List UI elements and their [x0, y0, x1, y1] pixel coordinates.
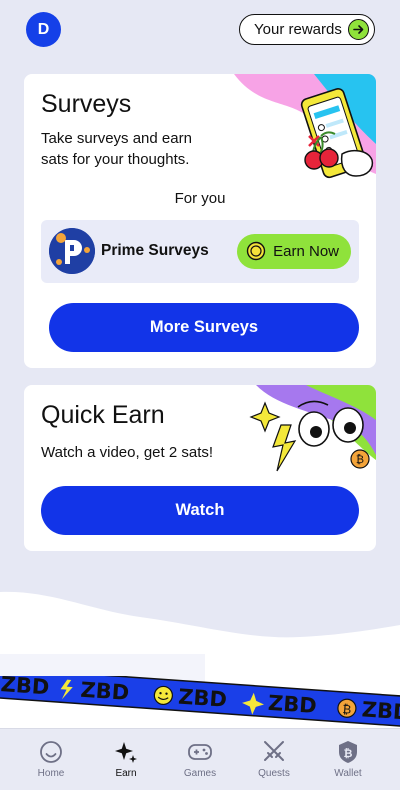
quick-earn-illustration: ₿ — [249, 385, 376, 472]
tab-games[interactable]: Games — [162, 729, 238, 790]
zbd-banner-text-1: ZBD — [0, 676, 50, 699]
tab-quests[interactable]: Quests — [236, 729, 312, 790]
watch-button[interactable]: Watch — [41, 486, 359, 535]
surveys-card: Surveys Take surveys and earn sats for y… — [24, 74, 376, 368]
tab-wallet-label: Wallet — [334, 768, 362, 779]
quick-earn-card: ₿ Quick Earn Watch a video, get 2 sats! … — [24, 385, 376, 551]
coin-icon — [246, 241, 266, 261]
surveys-description-line2: sats for your thoughts. — [41, 151, 190, 168]
avatar[interactable]: D — [26, 12, 61, 47]
prime-surveys-logo — [49, 228, 95, 274]
quick-earn-description: Watch a video, get 2 sats! — [41, 444, 214, 461]
zbd-banner-text-2: ZBD — [80, 678, 130, 705]
tab-home[interactable]: Home — [13, 729, 89, 790]
for-you-label: For you — [174, 190, 226, 207]
prime-surveys-row[interactable]: Prime Surveys Earn Now — [41, 220, 359, 283]
zbd-banner-text-5: ZBD — [361, 697, 400, 724]
tab-home-label: Home — [37, 768, 65, 779]
svg-text:₿: ₿ — [356, 453, 364, 466]
zbd-banner-text-3: ZBD — [177, 685, 227, 712]
svg-text:₿: ₿ — [344, 747, 353, 760]
tab-wallet[interactable]: ₿ Wallet — [310, 729, 386, 790]
provider-name: Prime Surveys — [101, 242, 209, 259]
svg-text:₿: ₿ — [342, 702, 352, 717]
your-rewards-button[interactable]: Your rewards — [239, 14, 375, 45]
arrow-right-icon — [348, 19, 369, 40]
tab-earn-label: Earn — [115, 768, 137, 779]
zbd-banner: ZBD ZBD ZBD ZBD ₿ ZBD — [0, 676, 400, 728]
quick-earn-title: Quick Earn — [41, 401, 165, 429]
crossed-swords-icon — [264, 741, 284, 761]
top-header: D Your rewards — [0, 0, 400, 60]
smiley-icon — [40, 741, 62, 763]
earn-now-label: Earn Now — [273, 243, 339, 260]
surveys-illustration — [234, 74, 376, 179]
zbd-banner-text-4: ZBD — [267, 691, 317, 718]
bitcoin-shield-icon: ₿ — [339, 741, 357, 763]
tab-quests-label: Quests — [258, 768, 290, 779]
bottom-tab-bar: Home Earn Games Quests ₿ Wallet — [0, 728, 400, 790]
tab-games-label: Games — [183, 768, 217, 779]
tab-earn[interactable]: Earn — [88, 729, 164, 790]
surveys-description-line1: Take surveys and earn — [41, 130, 192, 147]
earn-now-button[interactable]: Earn Now — [237, 234, 351, 269]
gamepad-icon — [188, 744, 212, 760]
sparkle-icon — [115, 742, 137, 763]
more-surveys-button[interactable]: More Surveys — [49, 303, 359, 352]
surveys-title: Surveys — [41, 90, 132, 118]
your-rewards-label: Your rewards — [254, 21, 342, 38]
